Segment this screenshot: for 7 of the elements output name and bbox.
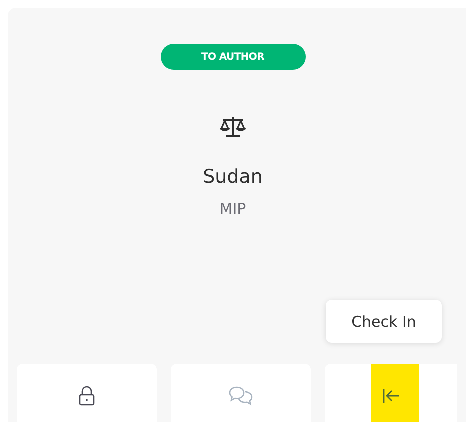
status-badge: TO AUTHOR bbox=[160, 44, 306, 70]
card-title: Sudan bbox=[203, 166, 263, 188]
lock-button[interactable] bbox=[17, 364, 157, 422]
check-in-button[interactable] bbox=[325, 364, 457, 422]
tooltip: Check In bbox=[326, 300, 442, 343]
scale-icon bbox=[220, 116, 246, 138]
card-subtitle: MIP bbox=[220, 200, 246, 218]
